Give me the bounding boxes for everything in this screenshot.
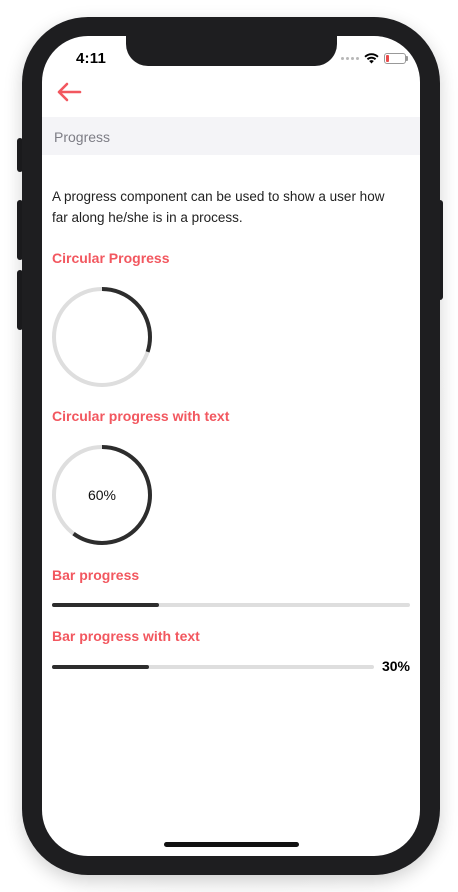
section-header: Progress	[42, 117, 420, 155]
back-arrow-icon[interactable]	[56, 80, 82, 104]
section-title: Progress	[54, 129, 111, 145]
bar-progress-text-track	[52, 665, 374, 669]
bar-progress-value: 30%	[381, 658, 410, 674]
notch	[126, 36, 337, 66]
bar-progress-text-label: Bar progress with text	[52, 628, 200, 644]
bar-progress-fill	[52, 603, 160, 607]
description-text: A progress component can be used to show…	[52, 189, 385, 225]
home-indicator	[164, 842, 299, 847]
circular-progress-value: 60%	[87, 487, 117, 503]
bar-progress-text-fill	[52, 665, 149, 669]
status-icons	[341, 51, 408, 65]
circular-progress-text-label: Circular progress with text	[52, 408, 230, 424]
signal-icon	[341, 56, 359, 60]
phone-screen: 4:11 Progress A progress component can b…	[42, 36, 420, 856]
bar-progress-label: Bar progress	[52, 567, 140, 583]
bar-progress-track	[52, 603, 410, 607]
circular-progress-label: Circular Progress	[52, 250, 170, 266]
battery-level	[386, 54, 389, 62]
circular-progress	[52, 287, 152, 387]
wifi-icon	[364, 52, 379, 63]
status-time: 4:11	[76, 50, 106, 67]
battery-icon	[384, 52, 408, 64]
